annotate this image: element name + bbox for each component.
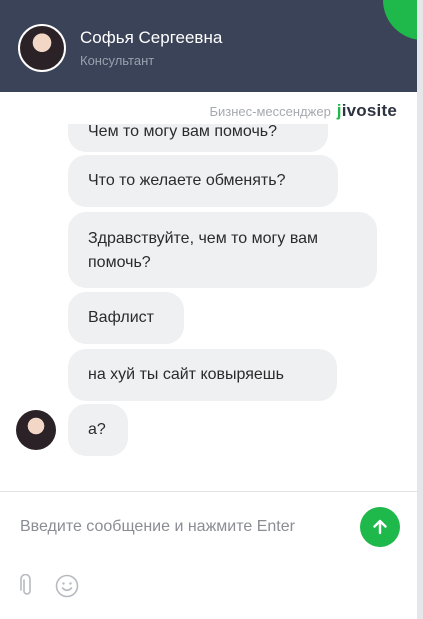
branding-caption: Бизнес-мессенджер bbox=[209, 104, 331, 119]
composer-divider bbox=[0, 491, 417, 492]
arrow-up-icon bbox=[373, 519, 387, 535]
status-corner bbox=[383, 0, 417, 40]
message-bubble: Вафлист bbox=[68, 292, 184, 344]
message-bubble: на хуй ты сайт ковыряешь bbox=[68, 349, 337, 401]
smile-icon[interactable] bbox=[55, 574, 79, 598]
message-bubble: а? bbox=[68, 404, 128, 456]
message-bubble: Чем то могу вам помочь? bbox=[68, 124, 328, 152]
paperclip-icon[interactable] bbox=[16, 574, 38, 598]
operator-role: Консультант bbox=[80, 53, 155, 68]
branding[interactable]: Бизнес-мессенджер jivosite bbox=[209, 101, 397, 121]
operator-avatar bbox=[18, 24, 66, 72]
jivosite-logo: jivosite bbox=[336, 101, 397, 120]
message-list[interactable]: Чем то могу вам помочь? Что то желаете о… bbox=[0, 124, 417, 476]
message-input[interactable]: Введите сообщение и нажмите Enter bbox=[20, 518, 295, 536]
operator-name: Софья Сергеевна bbox=[80, 28, 223, 47]
chat-widget: Софья Сергеевна Консультант Бизнес-мессе… bbox=[0, 0, 423, 619]
message-bubble: Здравствуйте, чем то могу вам помочь? bbox=[68, 212, 377, 288]
operator-avatar-small bbox=[16, 410, 56, 450]
chat-header: Софья Сергеевна Консультант bbox=[0, 0, 417, 92]
message-bubble: Что то желаете обменять? bbox=[68, 155, 338, 207]
send-button[interactable] bbox=[360, 507, 400, 547]
